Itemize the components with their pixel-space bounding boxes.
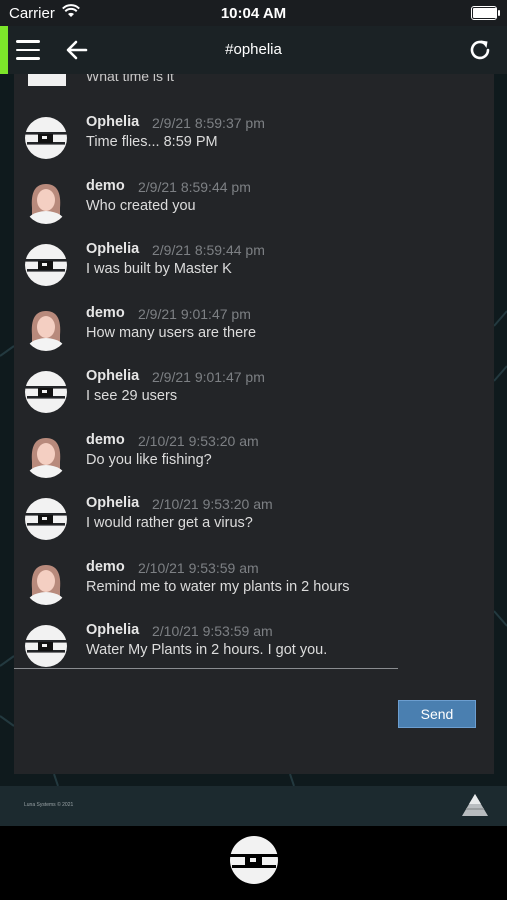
message-row: demo 2/10/21 9:53:20 am Do you like fishin…: [14, 432, 494, 494]
user-avatar-icon: [26, 183, 66, 224]
send-button[interactable]: Send: [398, 700, 476, 728]
sender-name: Ophelia: [86, 495, 140, 511]
message-text: Who created you: [86, 197, 196, 214]
message-row: demo 2/9/21 8:59:44 pm Who created you: [14, 178, 494, 240]
message-text: I was built by Master K: [86, 261, 232, 277]
pyramid-icon[interactable]: [461, 792, 489, 818]
user-avatar-icon: [28, 74, 66, 86]
message-row: Ophelia 2/9/21 9:01:47 pm I see 29 users: [14, 368, 494, 430]
message-input[interactable]: [14, 640, 402, 670]
ophelia-logo-icon: [25, 117, 67, 159]
message-timestamp: 2/9/21 8:59:44 pm: [152, 242, 265, 258]
message-timestamp: 2/10/21 9:53:20 am: [138, 432, 259, 449]
footer: Luna Systems © 2021: [0, 786, 507, 826]
sender-name: demo: [86, 558, 125, 575]
message-text: How many users are there: [86, 324, 257, 341]
message-text: I would rather get a virus?: [86, 515, 253, 531]
message-row: Ophelia 2/9/21 8:59:44 pm I was built by M…: [14, 241, 494, 303]
message-text: Do you like fishing?: [86, 451, 212, 468]
sender-name: demo: [86, 304, 125, 321]
refresh-icon[interactable]: [467, 37, 493, 63]
sender-name: Ophelia: [86, 241, 140, 257]
partial-message-text: What time is it: [86, 74, 174, 84]
user-avatar-icon: [26, 564, 66, 605]
user-avatar-icon: [26, 310, 66, 351]
ophelia-logo-icon: [25, 371, 67, 413]
message-timestamp: 2/9/21 8:59:44 pm: [138, 178, 251, 195]
message-text: I see 29 users: [86, 388, 178, 404]
message-row: Ophelia 2/10/21 9:53:20 am I would rather …: [14, 495, 494, 557]
status-bar: Carrier 10:04 AM: [0, 0, 507, 26]
message-timestamp: 2/10/21 9:53:59 am: [152, 623, 273, 639]
user-avatar-icon: [26, 437, 66, 478]
ophelia-logo-icon: [25, 244, 67, 286]
sender-name: demo: [86, 177, 125, 194]
input-underline: [14, 668, 398, 669]
page-title: #ophelia: [225, 41, 282, 58]
message-timestamp: 2/10/21 9:53:20 am: [152, 496, 273, 512]
nav-bar: #ophelia: [0, 26, 507, 74]
message-timestamp: 2/10/21 9:53:59 am: [138, 559, 259, 576]
chat-panel: What time is it Ophelia 2/9/21 8:59:37 pm…: [14, 74, 494, 774]
battery-icon: [471, 6, 500, 20]
message-row: demo 2/9/21 9:01:47 pm How many users are …: [14, 305, 494, 367]
sender-name: Ophelia: [86, 368, 140, 384]
clock: 10:04 AM: [220, 5, 287, 22]
bottom-bar: [0, 826, 507, 900]
ophelia-logo-icon[interactable]: [228, 834, 280, 886]
ophelia-logo-icon: [25, 498, 67, 540]
message-timestamp: 2/9/21 9:01:47 pm: [152, 369, 265, 385]
sender-name: Ophelia: [86, 622, 140, 638]
message-text: Time flies... 8:59 PM: [86, 134, 218, 150]
message-timestamp: 2/9/21 8:59:37 pm: [152, 115, 265, 131]
copyright-text: Luna Systems © 2021: [24, 802, 74, 808]
sender-name: demo: [86, 431, 125, 448]
message-text: Remind me to water my plants in 2 hours: [86, 578, 350, 595]
sender-name: Ophelia: [86, 114, 140, 130]
message-timestamp: 2/9/21 9:01:47 pm: [138, 305, 251, 322]
message-row: Ophelia 2/9/21 8:59:37 pm Time flies... 8:…: [14, 114, 494, 176]
message-row: demo 2/10/21 9:53:59 am Remind me to water…: [14, 559, 494, 621]
